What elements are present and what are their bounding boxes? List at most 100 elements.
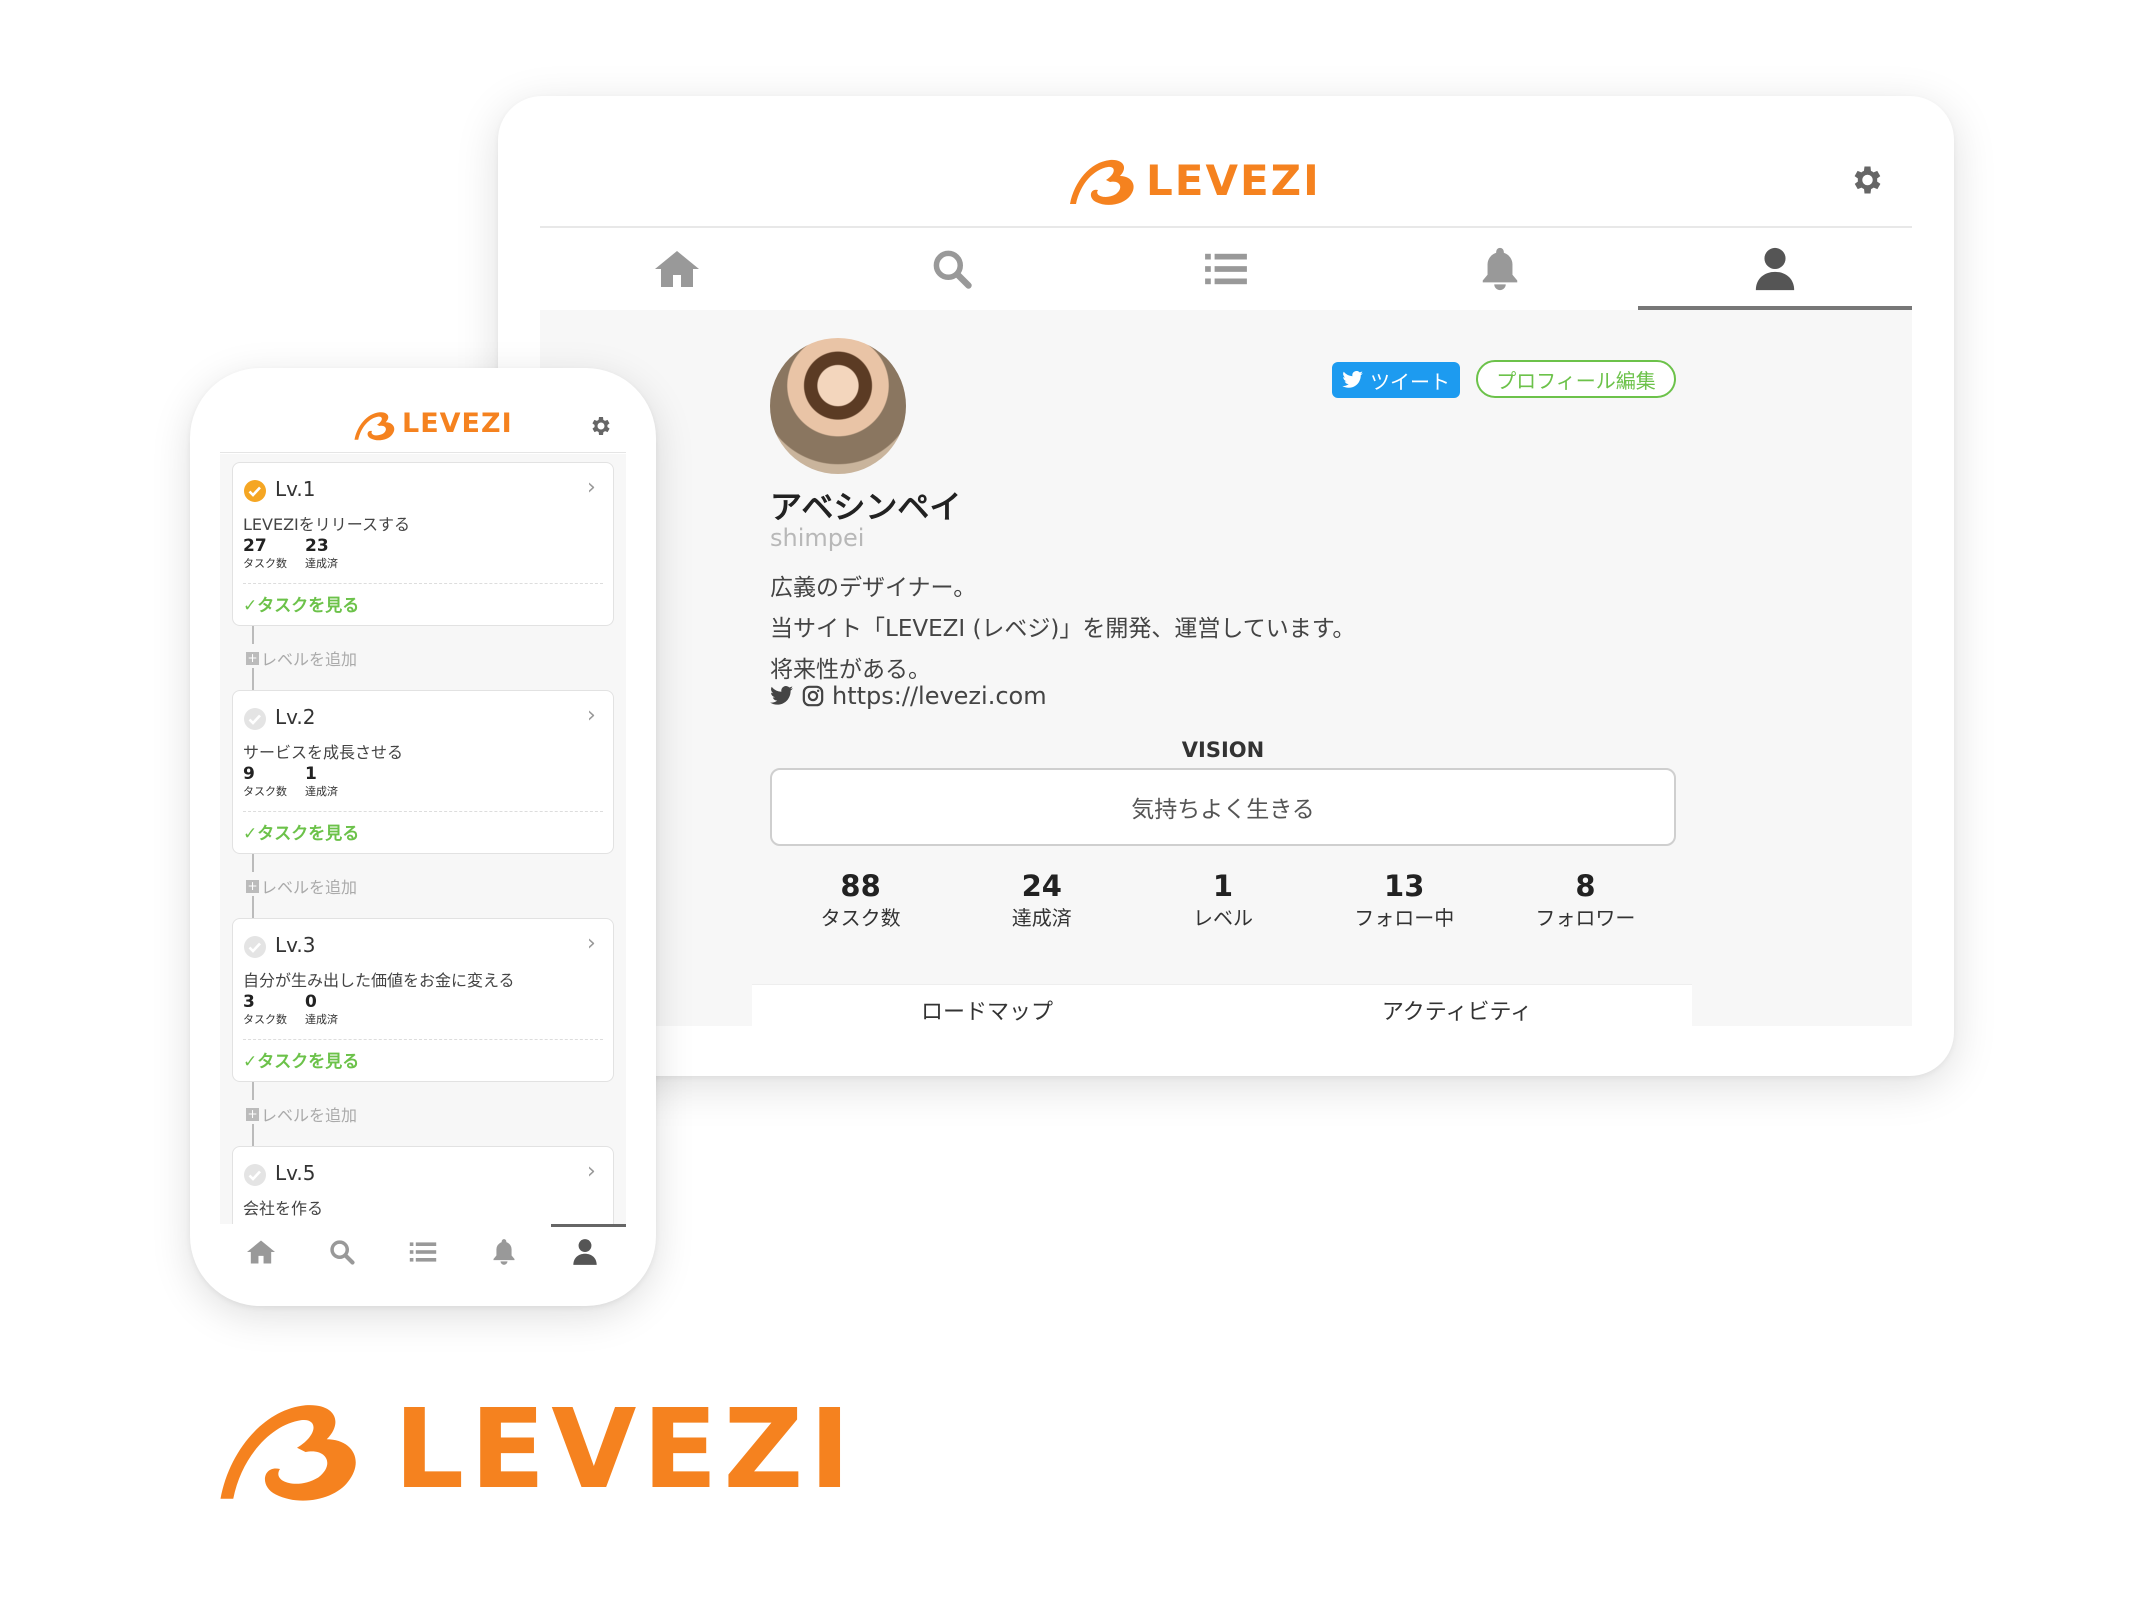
level-card[interactable]: Lv.3 › 自分が生み出した価値をお金に変える 3 タスク数 0 達成済 ✓タスク…	[232, 918, 614, 1082]
search-icon	[933, 250, 972, 289]
level-title: Lv.2	[275, 705, 316, 729]
bell-icon	[1483, 247, 1518, 291]
home-icon	[246, 1240, 275, 1264]
level-card[interactable]: Lv.1 › LEVEZIをリリースする 27 タスク数 23 達成済 ✓タスクを見…	[232, 462, 614, 626]
chevron-right-icon[interactable]: ›	[587, 703, 596, 728]
profile-links: https://levezi.com	[770, 682, 1047, 710]
stat-following[interactable]: 13 フォロー中	[1314, 870, 1495, 931]
twitter-icon[interactable]	[770, 686, 794, 706]
tweet-button[interactable]: ツイート	[1332, 362, 1460, 398]
stat-value: 13	[1384, 869, 1425, 903]
check-circle-icon	[244, 936, 266, 958]
stat-label: フォロワー	[1535, 906, 1636, 930]
phone-logo-text: LEVEZI	[402, 408, 513, 439]
stat-completed[interactable]: 24 達成済	[951, 870, 1132, 931]
levezi-logo-icon	[1070, 159, 1134, 205]
nav-list[interactable]	[382, 1224, 463, 1280]
nav-profile[interactable]	[1637, 228, 1913, 310]
stat-label: タスク数	[820, 906, 901, 930]
brand-logo-text: LEVEZI	[394, 1385, 857, 1513]
connector-line	[252, 896, 254, 918]
level-done-value: 23	[305, 536, 329, 556]
profile-page: ツイート プロフィール編集 アベシンペイ shimpei 広義のデザイナー。 当…	[540, 310, 1912, 1026]
tab-activity[interactable]: アクティビティ	[1222, 985, 1692, 1026]
twitter-icon	[1342, 371, 1363, 388]
chevron-right-icon[interactable]: ›	[587, 1159, 596, 1184]
nav-search[interactable]	[814, 228, 1088, 310]
level-tasks-label: タスク数	[243, 557, 287, 570]
search-icon	[330, 1240, 355, 1265]
view-tasks-label: タスクを見る	[257, 596, 360, 616]
stat-value: 8	[1575, 869, 1596, 903]
stat-tasks[interactable]: 88 タスク数	[770, 870, 951, 931]
level-desc: LEVEZIをリリースする	[243, 515, 410, 534]
stat-label: レベル	[1193, 906, 1253, 930]
level-tasks-value: 9	[243, 764, 255, 784]
chevron-right-icon[interactable]: ›	[587, 475, 596, 500]
nav-profile[interactable]	[545, 1224, 627, 1280]
tablet-logo-text: LEVEZI	[1146, 156, 1321, 205]
level-tasks-value: 3	[243, 992, 255, 1012]
card-divider	[243, 583, 603, 584]
nav-list[interactable]	[1089, 228, 1363, 310]
level-card[interactable]: Lv.2 › サービスを成長させる 9 タスク数 1 達成済 ✓タスクを見る	[232, 690, 614, 854]
avatar[interactable]	[770, 338, 906, 474]
profile-name: アベシンペイ	[770, 488, 962, 526]
instagram-icon[interactable]	[802, 685, 824, 707]
tab-roadmap[interactable]: ロードマップ	[752, 985, 1222, 1026]
view-tasks-label: タスクを見る	[257, 1052, 360, 1072]
plus-square-icon: +	[246, 878, 259, 893]
nav-notifications[interactable]	[1363, 228, 1637, 310]
level-stats: 3 タスク数 0 達成済	[243, 993, 338, 1027]
level-tasks-label: タスク数	[243, 1013, 287, 1026]
level-done-value: 0	[305, 992, 317, 1012]
nav-notifications[interactable]	[464, 1224, 545, 1280]
stat-level[interactable]: 1 レベル	[1132, 870, 1313, 931]
tablet-nav	[540, 228, 1913, 310]
level-tasks-value: 27	[243, 536, 267, 556]
nav-search[interactable]	[301, 1224, 382, 1280]
stat-label: フォロー中	[1354, 906, 1455, 930]
tablet-mockup: LEVEZI ツイート プロフィール編集 アベシンペイ shimpei 広義のデ…	[498, 96, 1954, 1076]
add-level-button[interactable]: + レベルを追加	[246, 874, 357, 898]
nav-home[interactable]	[540, 228, 814, 310]
list-icon	[1205, 253, 1247, 285]
view-tasks-link[interactable]: ✓タスクを見る	[243, 819, 359, 844]
tweet-label: ツイート	[1370, 369, 1450, 394]
level-done-label: 達成済	[305, 1013, 338, 1026]
connector-line	[252, 668, 254, 690]
view-tasks-link[interactable]: ✓タスクを見る	[243, 1047, 359, 1072]
list-icon	[409, 1242, 437, 1262]
level-desc: 自分が生み出した価値をお金に変える	[243, 971, 515, 990]
level-title: Lv.1	[275, 477, 316, 501]
level-done-value: 1	[305, 764, 317, 784]
add-level-button[interactable]: + レベルを追加	[246, 1102, 357, 1126]
nav-home[interactable]	[220, 1224, 301, 1280]
view-tasks-label: タスクを見る	[257, 824, 360, 844]
gear-icon[interactable]	[588, 414, 612, 438]
home-icon	[655, 251, 700, 287]
gear-icon[interactable]	[1848, 162, 1884, 198]
vision-text: 気持ちよく生きる	[770, 768, 1676, 846]
phone-logo[interactable]: LEVEZI	[352, 404, 512, 448]
stat-value: 1	[1212, 869, 1234, 903]
profile-url[interactable]: https://levezi.com	[832, 682, 1047, 710]
header-divider	[220, 452, 626, 453]
tablet-logo[interactable]: LEVEZI	[1066, 150, 1319, 214]
stat-followers[interactable]: 8 フォロワー	[1495, 870, 1676, 931]
add-level-button[interactable]: + レベルを追加	[246, 646, 357, 670]
bio-line: 広義のデザイナー。	[770, 575, 977, 601]
card-divider	[243, 1039, 603, 1040]
bell-icon	[493, 1239, 515, 1265]
levezi-logo-icon	[354, 412, 395, 441]
level-card[interactable]: Lv.5 › 会社を作る	[232, 1146, 614, 1224]
chevron-right-icon[interactable]: ›	[587, 931, 596, 956]
check-circle-icon	[244, 480, 266, 502]
stat-value: 88	[840, 869, 881, 903]
edit-profile-button[interactable]: プロフィール編集	[1476, 360, 1676, 398]
level-stats: 27 タスク数 23 達成済	[243, 537, 338, 571]
view-tasks-link[interactable]: ✓タスクを見る	[243, 591, 359, 616]
plus-square-icon: +	[246, 1106, 259, 1121]
connector-line	[252, 626, 254, 644]
level-desc: サービスを成長させる	[243, 743, 404, 762]
